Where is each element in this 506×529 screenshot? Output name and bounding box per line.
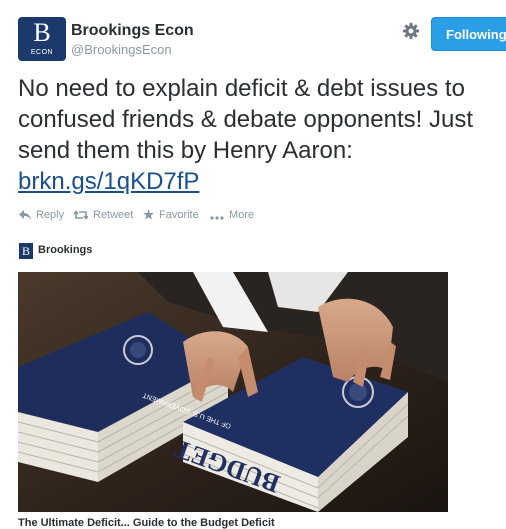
budget-books-photo: BUDGET OF THE U.S. GOVERNMENT [18,272,448,512]
more-action[interactable]: More [210,209,254,221]
tweet-line-1: No need to explain deficit & debt issues… [18,75,465,102]
reply-label: Reply [36,209,65,221]
account-handle[interactable]: @BrookingsEcon [71,42,172,57]
source-name: Brookings [38,244,93,256]
more-dots-icon [210,216,224,220]
card-caption[interactable]: The Ultimate Deficit... Guide to the Bud… [18,517,275,529]
tweet-text: No need to explain deficit & debt issues… [18,73,506,197]
retweet-label: Retweet [93,209,134,221]
avatar-subtitle: ECON [30,49,54,56]
retweet-action[interactable]: Retweet [73,209,134,221]
tweet-link[interactable]: brkn.gs/1qKD7fP [18,168,199,195]
tweet-line-3: send them this by Henry Aaron: [18,137,353,164]
more-label: More [229,209,255,221]
retweet-icon [73,210,89,220]
reply-icon [19,210,31,220]
favorite-action[interactable]: Favorite [143,209,199,221]
star-icon [143,209,154,220]
favorite-label: Favorite [159,209,199,221]
source-logo: B [19,243,33,259]
gear-icon[interactable] [402,22,420,40]
avatar-letter: B [33,18,51,47]
account-name[interactable]: Brookings Econ [71,22,194,40]
tweet-line-2: confused friends & debate opponents! Jus… [18,106,473,133]
following-button[interactable]: Following [431,17,506,51]
reply-action[interactable]: Reply [19,209,64,221]
card-photo[interactable]: BUDGET OF THE U.S. GOVERNMENT [18,272,448,512]
avatar[interactable]: B ECON [18,17,66,61]
